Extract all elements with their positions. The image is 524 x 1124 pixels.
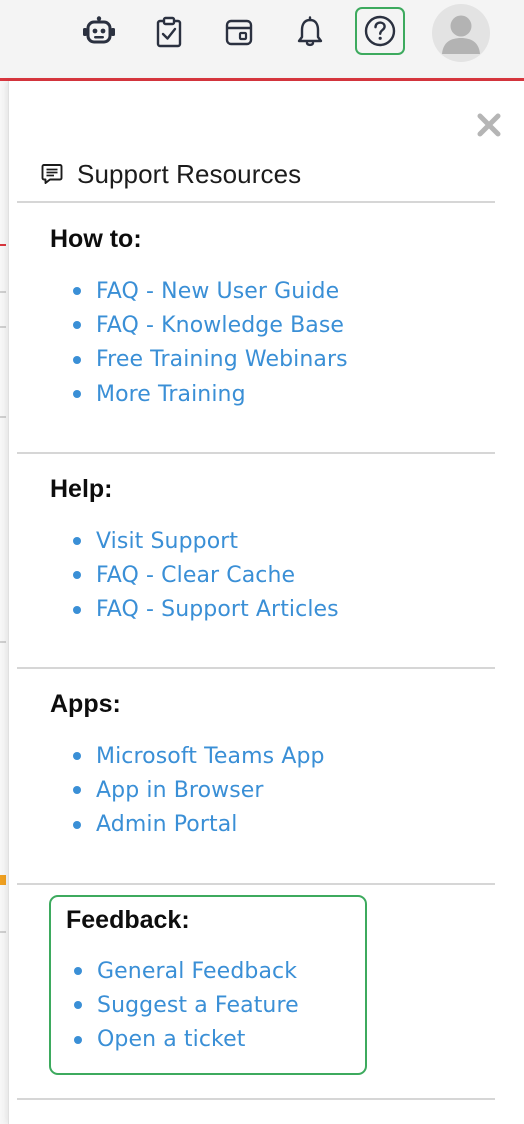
section-divider — [17, 201, 495, 203]
clipboard-check-icon[interactable] — [149, 12, 189, 52]
top-bar — [0, 0, 524, 81]
calendar-icon[interactable] — [219, 12, 259, 52]
bullet — [74, 967, 82, 976]
list-item: Open a ticket — [66, 1023, 365, 1057]
bullet — [73, 786, 81, 795]
close-button[interactable] — [473, 109, 505, 141]
link-admin-portal[interactable]: Admin Portal — [96, 812, 238, 837]
link-free-training-webinars[interactable]: Free Training Webinars — [96, 347, 348, 372]
panel-title: Support Resources — [77, 158, 302, 189]
section-feedback: Feedback: General Feedback Suggest a Fea… — [49, 895, 367, 1075]
link-general-feedback[interactable]: General Feedback — [97, 959, 297, 984]
robot-icon[interactable] — [79, 12, 119, 52]
background-divider — [0, 244, 6, 246]
section-divider — [17, 883, 495, 885]
link-faq-support-articles[interactable]: FAQ - Support Articles — [96, 597, 339, 622]
close-icon — [477, 113, 501, 137]
bullet — [74, 1035, 82, 1044]
help-icon[interactable] — [355, 7, 405, 55]
list-item: General Feedback — [66, 954, 365, 988]
link-faq-new-user-guide[interactable]: FAQ - New User Guide — [96, 279, 339, 304]
section-how-to: How to: FAQ - New User Guide FAQ - Knowl… — [50, 222, 348, 411]
background-divider — [0, 416, 6, 418]
list-item: More Training — [50, 377, 348, 411]
section-divider — [17, 1098, 495, 1100]
list-item: App in Browser — [50, 773, 325, 807]
bullet — [73, 287, 81, 296]
bullet — [74, 1001, 82, 1010]
link-visit-support[interactable]: Visit Support — [96, 529, 238, 554]
link-open-a-ticket[interactable]: Open a ticket — [97, 1027, 245, 1052]
link-microsoft-teams-app[interactable]: Microsoft Teams App — [96, 744, 325, 769]
list-item: FAQ - Knowledge Base — [50, 308, 348, 342]
bullet — [73, 321, 81, 330]
bullet — [73, 571, 81, 580]
background-page-edge — [0, 81, 8, 1124]
support-resources-panel: Support Resources How to: FAQ - New User… — [8, 81, 524, 1124]
section-title: Apps: — [50, 690, 121, 718]
list-document-icon — [39, 161, 65, 187]
link-faq-knowledge-base[interactable]: FAQ - Knowledge Base — [96, 313, 344, 338]
list-item: Microsoft Teams App — [50, 739, 325, 773]
avatar-icon[interactable] — [432, 4, 490, 62]
link-suggest-a-feature[interactable]: Suggest a Feature — [97, 993, 299, 1018]
background-divider — [0, 326, 6, 328]
section-title: Help: — [50, 475, 113, 503]
bell-icon[interactable] — [290, 12, 330, 52]
link-faq-clear-cache[interactable]: FAQ - Clear Cache — [96, 563, 295, 588]
background-marker — [0, 875, 6, 885]
bullet — [73, 355, 81, 364]
background-divider — [0, 291, 6, 293]
bullet — [73, 752, 81, 761]
bullet — [73, 537, 81, 546]
list-item: Suggest a Feature — [66, 988, 365, 1022]
link-list: General Feedback Suggest a Feature Open … — [66, 954, 365, 1057]
list-item: Free Training Webinars — [50, 343, 348, 377]
bullet — [73, 820, 81, 829]
bullet — [73, 390, 81, 399]
link-list: Visit Support FAQ - Clear Cache FAQ - Su… — [50, 524, 339, 627]
section-divider — [17, 452, 495, 454]
section-apps: Apps: Microsoft Teams App App in Browser… — [50, 687, 325, 842]
section-help: Help: Visit Support FAQ - Clear Cache FA… — [50, 472, 339, 627]
section-title: Feedback: — [66, 906, 190, 934]
section-divider — [17, 667, 495, 669]
list-item: FAQ - Clear Cache — [50, 558, 339, 592]
bullet — [73, 605, 81, 614]
link-more-training[interactable]: More Training — [96, 382, 246, 407]
panel-header: Support Resources — [39, 157, 301, 191]
list-item: Visit Support — [50, 524, 339, 558]
link-list: Microsoft Teams App App in Browser Admin… — [50, 739, 325, 842]
list-item: FAQ - Support Articles — [50, 593, 339, 627]
background-divider — [0, 641, 6, 643]
link-list: FAQ - New User Guide FAQ - Knowledge Bas… — [50, 274, 348, 411]
list-item: FAQ - New User Guide — [50, 274, 348, 308]
background-divider — [0, 931, 6, 933]
section-title: How to: — [50, 225, 142, 253]
link-app-in-browser[interactable]: App in Browser — [96, 778, 264, 803]
list-item: Admin Portal — [50, 808, 325, 842]
